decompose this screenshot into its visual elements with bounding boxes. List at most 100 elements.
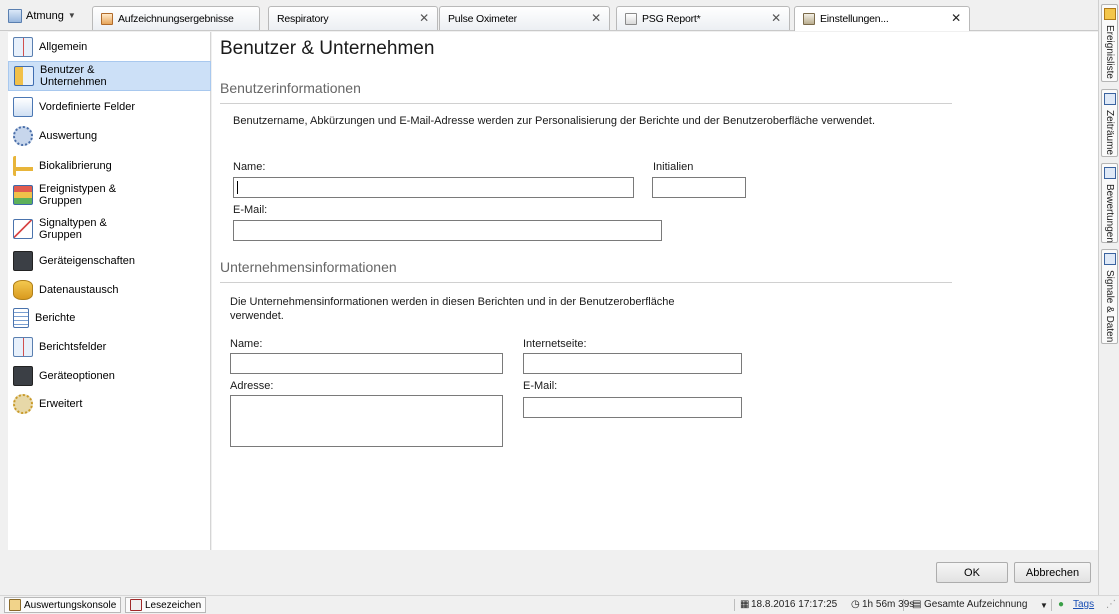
close-icon[interactable]: ✕ bbox=[951, 11, 961, 25]
side-dock: Ereignisliste Zeiträume Bewertungen Sign… bbox=[1098, 0, 1119, 595]
nav-item-ereignistypen[interactable]: Ereignistypen & Gruppen bbox=[8, 180, 211, 210]
range-selector[interactable]: Gesamte Aufzeichnung bbox=[924, 599, 1027, 610]
close-icon[interactable]: ✕ bbox=[419, 11, 429, 25]
document-dropdown[interactable]: Atmung ▼ bbox=[8, 7, 76, 24]
nav-item-vordefinierte-felder[interactable]: Vordefinierte Felder bbox=[8, 94, 211, 119]
nav-item-label: Berichte bbox=[35, 311, 76, 324]
report-icon bbox=[13, 307, 29, 328]
tab-label: Einstellungen... bbox=[820, 13, 889, 25]
company-info-heading: Unternehmensinformationen bbox=[220, 259, 397, 275]
nav-item-berichte[interactable]: Berichte bbox=[8, 304, 211, 331]
bookmarks-button[interactable]: Lesezeichen bbox=[125, 597, 207, 613]
calibration-icon bbox=[13, 155, 33, 176]
close-icon[interactable]: ✕ bbox=[591, 11, 601, 25]
separator bbox=[734, 599, 735, 611]
dock-tab-bewertungen[interactable]: Bewertungen bbox=[1101, 163, 1118, 243]
address-field[interactable] bbox=[230, 395, 503, 447]
status-bar: Auswertungskonsole Lesezeichen ▦ 18.8.20… bbox=[0, 595, 1119, 614]
website-label: Internetseite: bbox=[523, 338, 587, 350]
user-name-field[interactable] bbox=[233, 177, 634, 198]
company-email-field[interactable] bbox=[523, 397, 742, 418]
tab-aufzeichnungsergebnisse[interactable]: Aufzeichnungsergebnisse bbox=[92, 6, 260, 30]
nav-item-berichtsfelder[interactable]: Berichtsfelder bbox=[8, 333, 211, 360]
user-name-label: Name: bbox=[233, 161, 266, 173]
event-list-icon bbox=[1104, 8, 1116, 20]
device-options-icon bbox=[13, 365, 33, 386]
calendar-icon: ▦ bbox=[740, 599, 750, 610]
company-name-field[interactable] bbox=[230, 353, 503, 374]
tab-respiratory[interactable]: Respiratory ✕ bbox=[268, 6, 438, 30]
nav-item-label: Geräteigenschaften bbox=[39, 254, 136, 267]
nav-item-biokalibrierung[interactable]: Biokalibrierung bbox=[8, 152, 211, 179]
chevron-down-icon: ▼ bbox=[67, 11, 76, 20]
user-email-label: E-Mail: bbox=[233, 204, 268, 216]
nav-item-erweitert[interactable]: Erweitert bbox=[8, 390, 211, 417]
tab-pulse-oximeter[interactable]: Pulse Oximeter ✕ bbox=[439, 6, 610, 30]
website-field[interactable] bbox=[523, 353, 742, 374]
ok-button[interactable]: OK bbox=[936, 562, 1008, 583]
resize-grip-icon[interactable]: ⋰ bbox=[1106, 599, 1116, 610]
nav-item-label: Auswertung bbox=[39, 129, 98, 142]
dock-tab-signale-daten[interactable]: Signale & Daten bbox=[1101, 249, 1118, 344]
company-info-description: Die Unternehmensinformationen werden in … bbox=[230, 296, 675, 322]
bookmarks-label: Lesezeichen bbox=[145, 599, 202, 611]
tools-icon bbox=[803, 13, 815, 25]
range-icon: ▤ bbox=[912, 599, 922, 610]
nav-item-auswertung[interactable]: Auswertung bbox=[8, 122, 211, 149]
user-info-description: Benutzername, Abkürzungen und E-Mail-Adr… bbox=[233, 115, 876, 127]
initials-field[interactable] bbox=[652, 177, 746, 198]
nav-item-label: Ereignistypen & Gruppen bbox=[39, 183, 117, 207]
form-edit-icon bbox=[13, 96, 33, 117]
separator bbox=[903, 599, 904, 611]
section-divider bbox=[220, 103, 952, 104]
section-divider bbox=[220, 282, 952, 283]
console-button[interactable]: Auswertungskonsole bbox=[4, 597, 122, 613]
dock-tab-label: Zeiträume bbox=[1104, 110, 1115, 156]
user-email-field[interactable] bbox=[233, 220, 662, 241]
cancel-button[interactable]: Abbrechen bbox=[1014, 562, 1091, 583]
tags-link[interactable]: Tags bbox=[1073, 599, 1094, 610]
dock-tab-label: Signale & Daten bbox=[1104, 270, 1115, 343]
nav-item-datenaustausch[interactable]: Datenaustausch bbox=[8, 276, 211, 303]
address-label: Adresse: bbox=[230, 380, 274, 392]
text-cursor bbox=[237, 181, 238, 194]
nav-item-label: Signaltypen & Gruppen bbox=[39, 217, 107, 241]
chevron-down-icon[interactable]: ▼ bbox=[1040, 601, 1048, 610]
settings-content: Benutzer & Unternehmen Benutzerinformati… bbox=[212, 32, 1098, 550]
document-tab-bar: Atmung ▼ Aufzeichnungsergebnisse Respira… bbox=[0, 0, 1098, 31]
periods-icon bbox=[1104, 93, 1116, 105]
gears-icon bbox=[13, 125, 33, 146]
nav-item-geraeteigenschaften[interactable]: Geräteigenschaften bbox=[8, 247, 211, 274]
nav-item-label: Berichtsfelder bbox=[39, 340, 107, 353]
nav-item-label: Biokalibrierung bbox=[39, 159, 112, 172]
nav-item-signaltypen[interactable]: Signaltypen & Gruppen bbox=[8, 214, 211, 244]
nav-item-benutzer-unternehmen[interactable]: Benutzer & Unternehmen bbox=[8, 61, 211, 91]
device-icon bbox=[13, 250, 33, 271]
tab-einstellungen[interactable]: Einstellungen... ✕ bbox=[794, 6, 970, 31]
separator bbox=[1051, 599, 1052, 611]
nav-item-label: Allgemein bbox=[39, 40, 88, 53]
dock-tab-label: Ereignisliste bbox=[1104, 25, 1115, 79]
bookmark-icon bbox=[130, 599, 142, 611]
recording-icon bbox=[8, 8, 22, 23]
document-dropdown-label: Atmung bbox=[26, 9, 64, 22]
company-name-label: Name: bbox=[230, 338, 263, 350]
dock-tab-label: Bewertungen bbox=[1104, 184, 1115, 243]
dock-tab-ereignisliste[interactable]: Ereignisliste bbox=[1101, 4, 1118, 82]
dock-tab-zeitraeume[interactable]: Zeiträume bbox=[1101, 89, 1118, 157]
console-icon bbox=[9, 599, 21, 611]
tab-psg-report[interactable]: PSG Report* ✕ bbox=[616, 6, 790, 30]
settings-nav: Allgemein Benutzer & Unternehmen Vordefi… bbox=[8, 32, 211, 550]
checklist-icon bbox=[13, 36, 33, 57]
tab-label: Respiratory bbox=[277, 12, 329, 25]
signal-types-icon bbox=[13, 219, 33, 239]
ratings-icon bbox=[1104, 167, 1116, 179]
close-icon[interactable]: ✕ bbox=[771, 11, 781, 25]
nav-item-label: Geräteoptionen bbox=[39, 369, 115, 382]
nav-item-label: Benutzer & Unternehmen bbox=[40, 64, 107, 88]
initials-label: Initialien bbox=[653, 161, 694, 173]
tab-label: PSG Report* bbox=[642, 12, 701, 25]
nav-item-geraeteoptionen[interactable]: Geräteoptionen bbox=[8, 362, 211, 389]
nav-item-allgemein[interactable]: Allgemein bbox=[8, 34, 211, 59]
user-card-icon bbox=[14, 66, 34, 86]
